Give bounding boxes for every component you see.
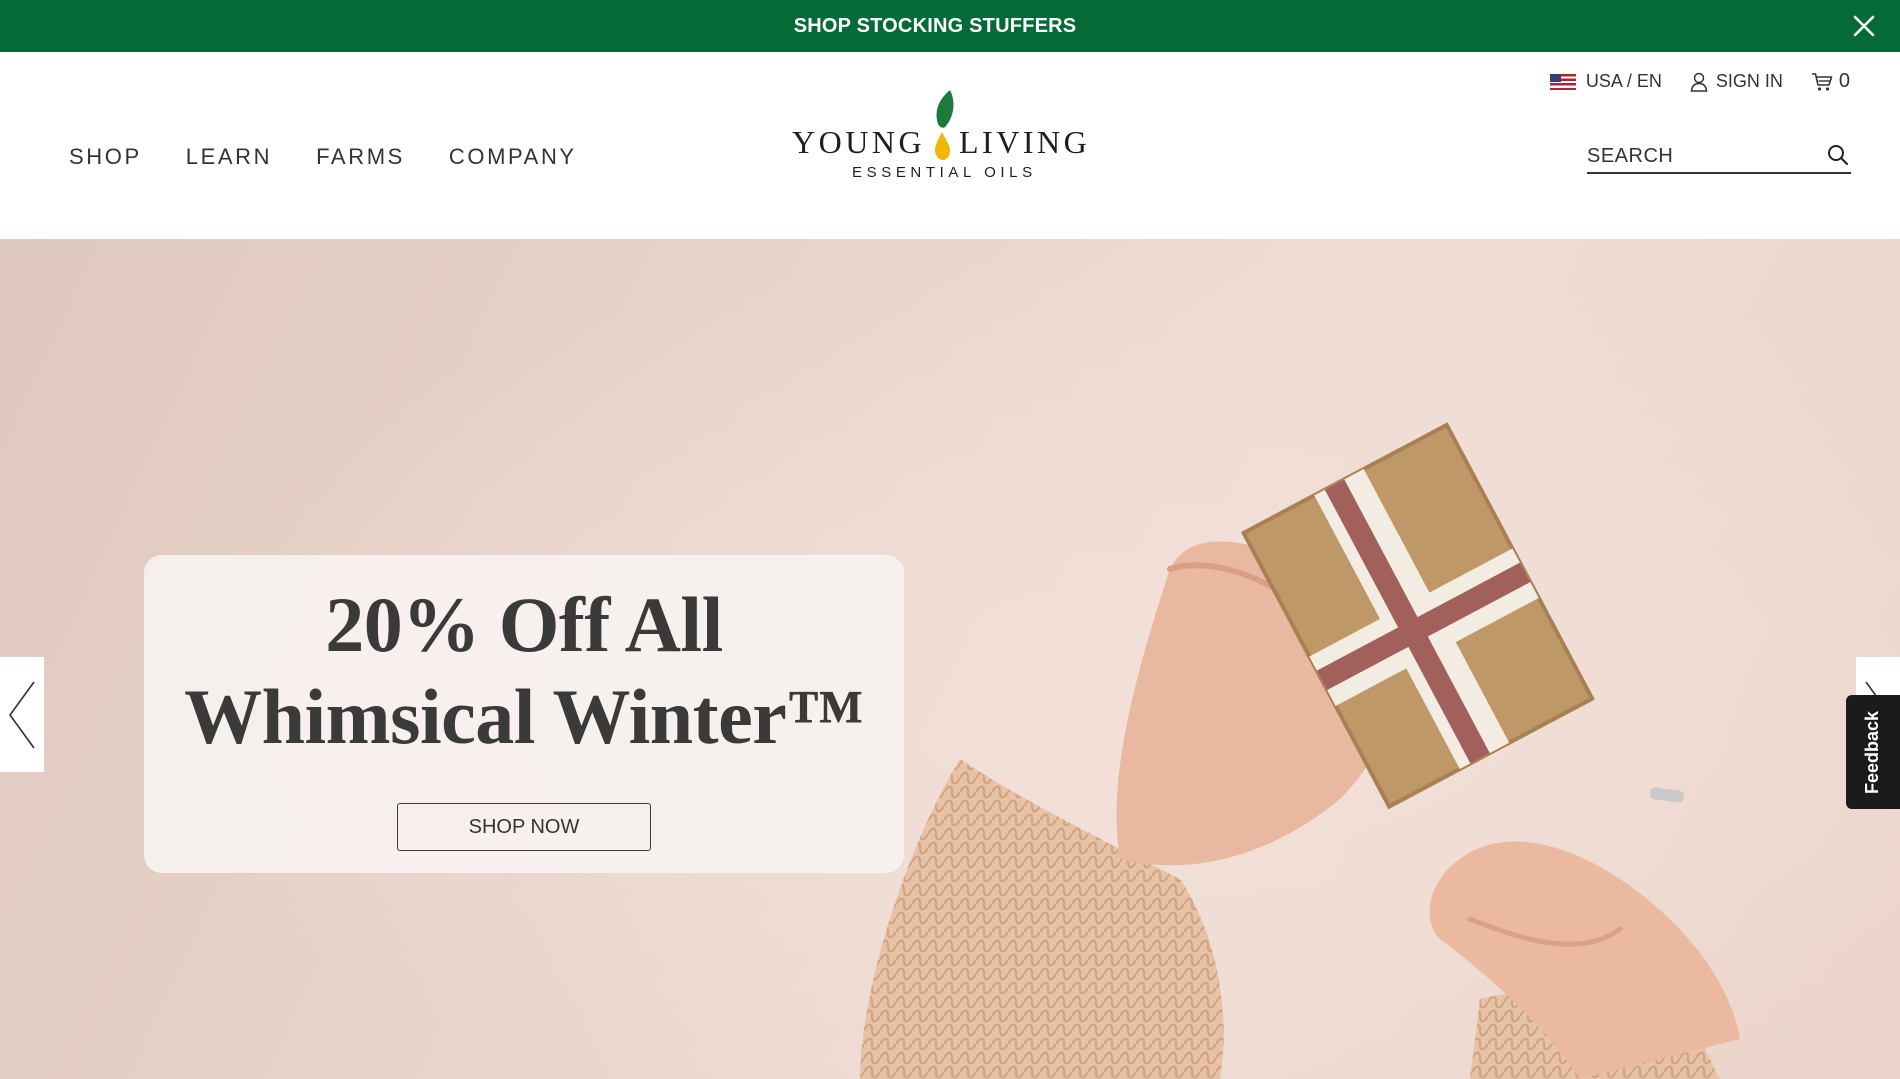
search-icon[interactable] xyxy=(1827,144,1849,171)
hero-title-line2: Whimsical Winter™ xyxy=(184,673,864,760)
cart-link[interactable]: 0 xyxy=(1811,70,1850,93)
feedback-label: Feedback xyxy=(1862,710,1883,794)
hero-carousel: 20% Off All Whimsical Winter™ SHOP NOW F… xyxy=(0,239,1900,1079)
sign-in-link[interactable]: SIGN IN xyxy=(1690,71,1783,92)
sign-in-label: SIGN IN xyxy=(1715,71,1783,91)
logo-subtitle: ESSENTIAL OILS xyxy=(852,164,1037,181)
promo-card: 20% Off All Whimsical Winter™ SHOP NOW xyxy=(144,555,904,873)
cart-icon xyxy=(1811,72,1833,91)
us-flag-icon xyxy=(1549,73,1576,90)
locale-label: USA / EN xyxy=(1585,71,1662,91)
site-header: SHOP LEARN FARMS COMPANY YOUNG LIVING ES… xyxy=(0,52,1900,239)
nav-item-farms[interactable]: FARMS xyxy=(316,144,405,170)
hero-title-line1: 20% Off All xyxy=(325,581,723,668)
search-input[interactable] xyxy=(1587,144,1807,168)
nav-item-company[interactable]: COMPANY xyxy=(449,144,577,170)
search-box xyxy=(1587,140,1851,174)
locale-selector[interactable]: USA / EN xyxy=(1549,71,1662,92)
shop-now-button[interactable]: SHOP NOW xyxy=(397,803,651,851)
feedback-tab[interactable]: Feedback xyxy=(1846,695,1900,809)
logo-word-young: YOUNG xyxy=(792,124,926,160)
logo-word-living: LIVING xyxy=(959,124,1091,160)
hero-title: 20% Off All Whimsical Winter™ xyxy=(144,555,904,763)
promo-link[interactable]: SHOP STOCKING STUFFERS xyxy=(794,15,1077,38)
main-nav: SHOP LEARN FARMS COMPANY xyxy=(69,144,621,170)
user-icon xyxy=(1690,72,1708,92)
announcement-bar: SHOP STOCKING STUFFERS xyxy=(0,0,1900,52)
carousel-prev-button[interactable] xyxy=(0,657,44,772)
cart-count: 0 xyxy=(1838,70,1850,92)
nav-item-shop[interactable]: SHOP xyxy=(69,144,142,170)
brand-logo[interactable]: YOUNG LIVING ESSENTIAL OILS xyxy=(790,88,1096,184)
nav-item-learn[interactable]: LEARN xyxy=(186,144,272,170)
utility-nav: USA / EN SIGN IN 0 xyxy=(1522,70,1850,93)
chevron-left-icon xyxy=(9,681,35,748)
leaf-drop-icon xyxy=(935,90,954,160)
close-icon[interactable] xyxy=(1852,14,1876,38)
